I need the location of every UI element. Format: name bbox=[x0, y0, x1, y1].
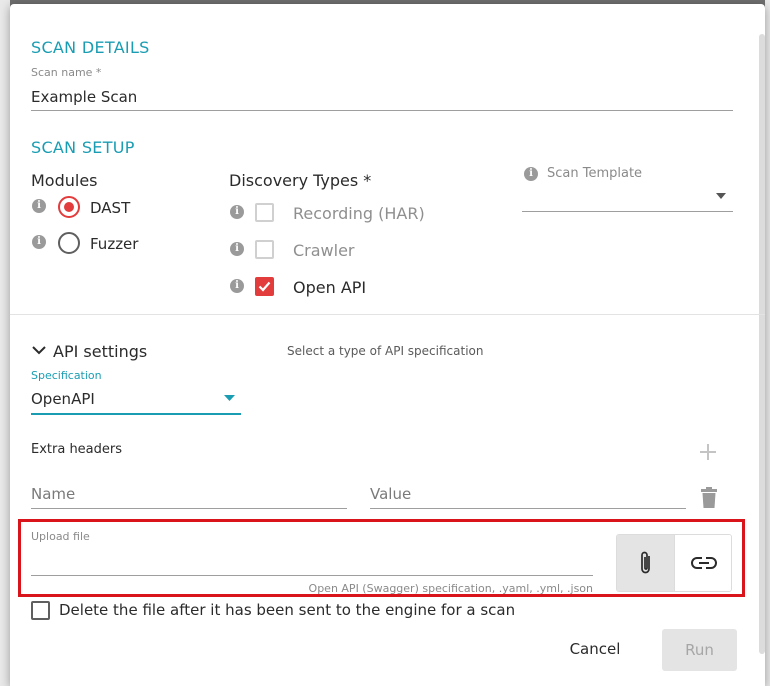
specification-underline bbox=[31, 413, 241, 415]
delete-file-checkbox[interactable] bbox=[31, 601, 50, 620]
header-name-input[interactable]: Name bbox=[31, 485, 75, 503]
scan-name-label: Scan name * bbox=[31, 66, 102, 79]
open-api-label: Open API bbox=[293, 278, 367, 297]
dast-label: DAST bbox=[90, 199, 131, 217]
info-icon[interactable]: i bbox=[230, 279, 244, 293]
specification-label: Specification bbox=[31, 369, 102, 382]
info-icon[interactable]: i bbox=[524, 167, 538, 181]
upload-mode-toggle bbox=[616, 534, 732, 592]
header-value-underline bbox=[370, 508, 686, 509]
crawler-label: Crawler bbox=[293, 241, 355, 260]
upload-file-underline bbox=[31, 575, 593, 576]
fuzzer-label: Fuzzer bbox=[90, 235, 139, 253]
checkmark-icon bbox=[258, 281, 271, 292]
paperclip-icon bbox=[640, 551, 650, 574]
url-mode-button[interactable] bbox=[674, 535, 731, 591]
info-icon[interactable]: i bbox=[230, 205, 244, 219]
scan-setup-title: SCAN SETUP bbox=[31, 138, 135, 157]
api-settings-toggle[interactable]: API settings bbox=[53, 342, 147, 361]
section-divider bbox=[10, 314, 765, 315]
crawler-checkbox[interactable] bbox=[255, 240, 274, 259]
info-icon[interactable]: i bbox=[32, 199, 46, 213]
dropdown-arrow-icon[interactable] bbox=[716, 193, 726, 199]
scan-name-input[interactable]: Example Scan bbox=[31, 88, 137, 106]
dropdown-arrow-icon[interactable] bbox=[224, 395, 235, 401]
recording-har-label: Recording (HAR) bbox=[293, 204, 425, 223]
scan-name-underline bbox=[31, 110, 733, 111]
header-name-underline bbox=[31, 508, 347, 509]
plus-icon[interactable] bbox=[699, 443, 717, 461]
scan-dialog: SCAN DETAILS Scan name * Example Scan SC… bbox=[10, 4, 765, 686]
trash-icon[interactable] bbox=[700, 487, 718, 509]
specification-select[interactable]: OpenAPI bbox=[31, 390, 95, 408]
header-value-input[interactable]: Value bbox=[370, 485, 411, 503]
scan-template-label: Scan Template bbox=[547, 166, 643, 181]
modules-heading: Modules bbox=[31, 171, 98, 190]
backdrop-panel-right bbox=[765, 0, 770, 686]
delete-file-label: Delete the file after it has been sent t… bbox=[59, 601, 516, 619]
info-icon[interactable]: i bbox=[32, 235, 46, 249]
scan-template-underline bbox=[522, 211, 733, 212]
backdrop-panel bbox=[0, 0, 10, 686]
dast-radio[interactable] bbox=[58, 196, 80, 218]
discovery-types-heading: Discovery Types * bbox=[229, 171, 372, 190]
extra-headers-label: Extra headers bbox=[31, 442, 123, 457]
info-icon[interactable]: i bbox=[230, 242, 244, 256]
open-api-checkbox[interactable] bbox=[255, 277, 274, 296]
api-spec-hint: Select a type of API specification bbox=[287, 344, 484, 358]
fuzzer-radio[interactable] bbox=[58, 232, 80, 254]
scan-details-title: SCAN DETAILS bbox=[31, 38, 150, 57]
upload-file-mode-button[interactable] bbox=[617, 535, 674, 591]
run-button[interactable]: Run bbox=[662, 629, 737, 671]
chevron-down-icon[interactable] bbox=[32, 346, 46, 355]
upload-file-label: Upload file bbox=[31, 530, 90, 543]
cancel-button[interactable]: Cancel bbox=[555, 628, 635, 670]
radio-selected-dot bbox=[64, 202, 74, 212]
link-icon bbox=[690, 557, 717, 569]
upload-file-input[interactable] bbox=[31, 550, 593, 572]
upload-helper-text: Open API (Swagger) specification, .yaml,… bbox=[308, 582, 593, 595]
recording-har-checkbox[interactable] bbox=[255, 203, 274, 222]
dialog-scrollbar[interactable] bbox=[759, 34, 765, 654]
